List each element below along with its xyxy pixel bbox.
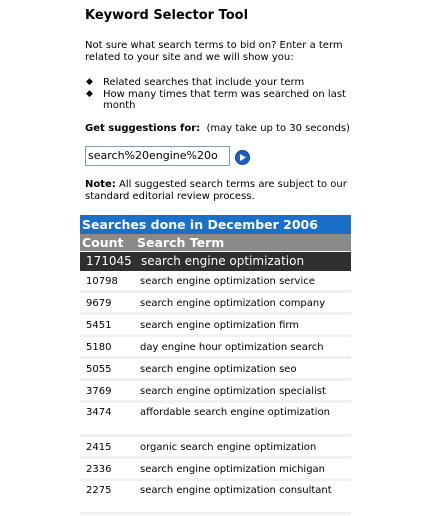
page-title: Keyword Selector Tool [85, 8, 249, 23]
table-row[interactable]: 9679 search engine optimization company [80, 293, 351, 315]
feature-list: ◆ Related searches that include your ter… [85, 77, 353, 112]
table-row[interactable]: 2336 search engine optimization michigan [80, 459, 351, 481]
diamond-bullet-icon: ◆ [86, 88, 93, 99]
result-term: search engine optimization service [140, 276, 315, 287]
result-count: 2415 [86, 442, 112, 453]
result-count: 10798 [86, 276, 118, 287]
note-text: All suggested search terms are subject t… [85, 179, 347, 202]
note-label: Note: [85, 179, 116, 190]
result-count: 5451 [86, 320, 112, 331]
feature-item: ◆ How many times that term was searched … [85, 89, 353, 112]
table-row[interactable]: 2415 organic search engine optimization [80, 437, 351, 459]
result-term: search engine optimization seo [140, 364, 297, 375]
top-result-row[interactable]: 171045 search engine optimization [80, 252, 351, 271]
result-term: search engine optimization [141, 254, 305, 268]
table-row[interactable]: 3769 search engine optimization speciali… [80, 381, 351, 403]
result-term: search engine optimization michigan [140, 464, 326, 475]
result-count: 2275 [86, 485, 112, 496]
table-row[interactable]: 5055 search engine optimization seo [80, 359, 351, 381]
results-heading: Searches done in December 2006 [80, 215, 351, 234]
result-term: organic search engine optimization [140, 442, 317, 453]
table-row[interactable]: 10798 search engine optimization service [80, 271, 351, 293]
table-row[interactable]: 2275 search engine optimization consulta… [80, 481, 351, 515]
result-count: 9679 [86, 298, 112, 309]
result-term: search engine optimization firm [140, 320, 300, 331]
results-table: Searches done in December 2006 Count Sea… [80, 215, 351, 515]
go-button[interactable] [235, 150, 250, 165]
result-term: search engine optimization consultant [140, 485, 332, 496]
suggest-label-block: Get suggestions for: (may take up to 30 … [85, 123, 353, 135]
result-count: 5180 [86, 342, 112, 353]
feature-item: ◆ Related searches that include your ter… [85, 77, 353, 89]
column-term: Search Term [137, 235, 225, 250]
result-count: 5055 [86, 364, 112, 375]
result-count: 3474 [86, 407, 112, 418]
table-row[interactable]: 3474 affordable search engine optimizati… [80, 403, 351, 437]
suggest-hint: (may take up to 30 seconds) [206, 123, 350, 134]
editorial-note: Note: All suggested search terms are sub… [85, 179, 353, 202]
result-count: 3769 [86, 386, 112, 397]
table-row[interactable]: 5180 day engine hour optimization search [80, 337, 351, 359]
suggest-label: Get suggestions for: [85, 123, 201, 134]
result-count: 171045 [86, 254, 132, 268]
result-count: 2336 [86, 464, 112, 475]
intro-text: Not sure what search terms to bid on? En… [85, 40, 343, 63]
column-headers: Count Search Term [80, 234, 351, 251]
arrow-right-circle-icon [240, 154, 246, 161]
result-term: search engine optimization company [140, 298, 326, 309]
column-count: Count [82, 235, 124, 250]
diamond-bullet-icon: ◆ [86, 77, 93, 87]
feature-item-label: Related searches that include your term [103, 77, 305, 88]
table-row[interactable]: 5451 search engine optimization firm [80, 315, 351, 337]
keyword-input[interactable]: search%20engine%20o [85, 146, 230, 166]
result-term: search engine optimization specialist [140, 386, 326, 397]
result-term: day engine hour optimization search [140, 342, 324, 353]
feature-item-label: How many times that term was searched on… [103, 88, 346, 112]
result-term: affordable search engine optimization [140, 407, 330, 418]
